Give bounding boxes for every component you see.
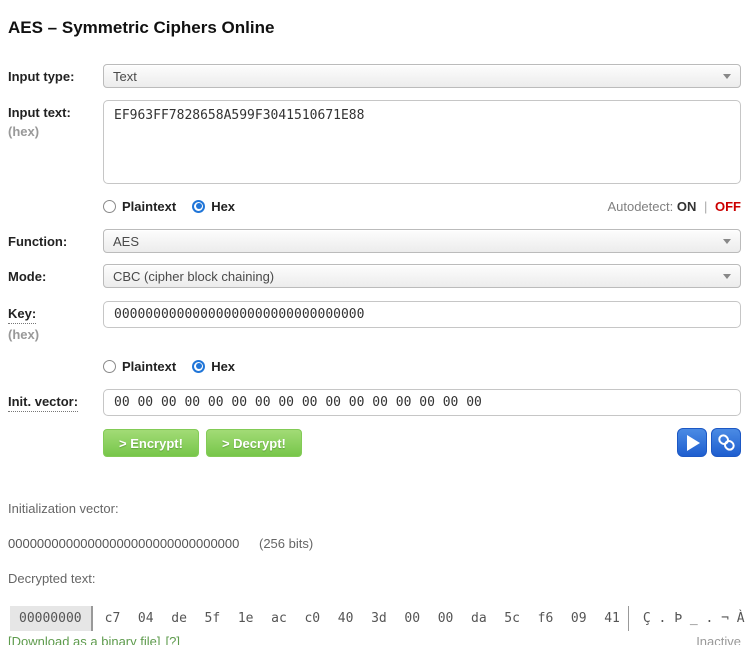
function-select[interactable]: AES — [103, 229, 741, 253]
mode-row: Mode: CBC (cipher block chaining) — [8, 264, 741, 288]
radio-checked-icon[interactable] — [192, 360, 205, 373]
init-vector-row: Init. vector: — [8, 389, 741, 416]
function-selected-value: AES — [113, 234, 139, 249]
hexdump-offset: 00000000 — [10, 606, 93, 631]
hexdump-bytes: c7 04 de 5f 1e ac c0 40 3d 00 00 da 5c f… — [93, 606, 620, 631]
chevron-down-icon — [723, 274, 731, 279]
function-label: Function: — [8, 229, 103, 250]
radio-unchecked-icon[interactable] — [103, 200, 116, 213]
hexdump-row: 00000000 c7 04 de 5f 1e ac c0 40 3d 00 0… — [10, 606, 741, 631]
iv-output-heading: Initialization vector: — [8, 501, 741, 516]
key-format-plaintext-radio[interactable]: Plaintext — [103, 359, 176, 374]
iv-output-line: 00000000000000000000000000000000 (256 bi… — [8, 536, 741, 551]
iv-output-value: 00000000000000000000000000000000 — [8, 536, 239, 551]
chevron-down-icon — [723, 74, 731, 79]
plaintext-radio-label[interactable]: Plaintext — [122, 359, 176, 374]
input-type-row: Input type: Text — [8, 64, 741, 88]
decrypted-text-heading: Decrypted text: — [8, 571, 741, 586]
autodetect-off-toggle[interactable]: OFF — [715, 199, 741, 214]
run-button[interactable] — [677, 428, 707, 457]
mode-selected-value: CBC (cipher block chaining) — [113, 269, 274, 284]
key-input[interactable] — [103, 301, 741, 328]
download-binary-link[interactable]: [Download as a binary file] — [8, 634, 160, 645]
hexdump-ascii: Ç . Þ _ . ¬ À @ = . . Ú \ ö . A — [628, 606, 752, 631]
link-icon — [717, 433, 736, 452]
key-format-row: Plaintext Hex — [8, 357, 741, 375]
input-type-selected-value: Text — [113, 69, 137, 84]
input-format-hex-radio[interactable]: Hex — [192, 199, 235, 214]
chevron-down-icon — [723, 239, 731, 244]
autodetect-on-toggle[interactable]: ON — [677, 199, 697, 214]
mode-label: Mode: — [8, 264, 103, 285]
page-title: AES – Symmetric Ciphers Online — [8, 18, 741, 38]
input-format-row: Plaintext Hex Autodetect: ON | OFF — [8, 197, 741, 215]
status-text: Inactive — [696, 634, 741, 645]
input-format-plaintext-radio[interactable]: Plaintext — [103, 199, 176, 214]
autodetect-label: Autodetect: — [607, 199, 673, 214]
permalink-button[interactable] — [711, 428, 741, 457]
input-text-label: Input text: — [8, 105, 103, 121]
key-row: Key: (hex) — [8, 301, 741, 343]
encrypt-button[interactable]: > Encrypt! — [103, 429, 199, 457]
key-format-hex-radio[interactable]: Hex — [192, 359, 235, 374]
aes-tool-page: AES – Symmetric Ciphers Online Input typ… — [0, 0, 752, 645]
radio-checked-icon[interactable] — [192, 200, 205, 213]
function-row: Function: AES — [8, 229, 741, 253]
input-text-row: Input text: (hex) EF963FF7828658A599F304… — [8, 100, 741, 189]
key-hex-sublabel: (hex) — [8, 327, 103, 343]
key-label: Key: — [8, 306, 36, 324]
input-type-select[interactable]: Text — [103, 64, 741, 88]
plaintext-radio-label[interactable]: Plaintext — [122, 199, 176, 214]
help-link[interactable]: [?] — [165, 634, 179, 645]
input-type-label: Input type: — [8, 64, 103, 85]
input-text-hex-sublabel: (hex) — [8, 124, 103, 140]
mode-select[interactable]: CBC (cipher block chaining) — [103, 264, 741, 288]
radio-unchecked-icon[interactable] — [103, 360, 116, 373]
iv-output-bits: (256 bits) — [259, 536, 313, 551]
autodetect-divider: | — [704, 199, 707, 214]
play-icon — [687, 435, 700, 451]
input-text-area[interactable]: EF963FF7828658A599F3041510671E88 — [103, 100, 741, 184]
init-vector-label: Init. vector: — [8, 394, 78, 412]
footer-row: [Download as a binary file] [?] Inactive — [8, 634, 741, 645]
decrypt-button[interactable]: > Decrypt! — [206, 429, 302, 457]
autodetect-control: Autodetect: ON | OFF — [607, 199, 741, 214]
hex-radio-label[interactable]: Hex — [211, 359, 235, 374]
hex-radio-label[interactable]: Hex — [211, 199, 235, 214]
init-vector-input[interactable] — [103, 389, 741, 416]
actions-row: > Encrypt! > Decrypt! — [8, 428, 741, 457]
